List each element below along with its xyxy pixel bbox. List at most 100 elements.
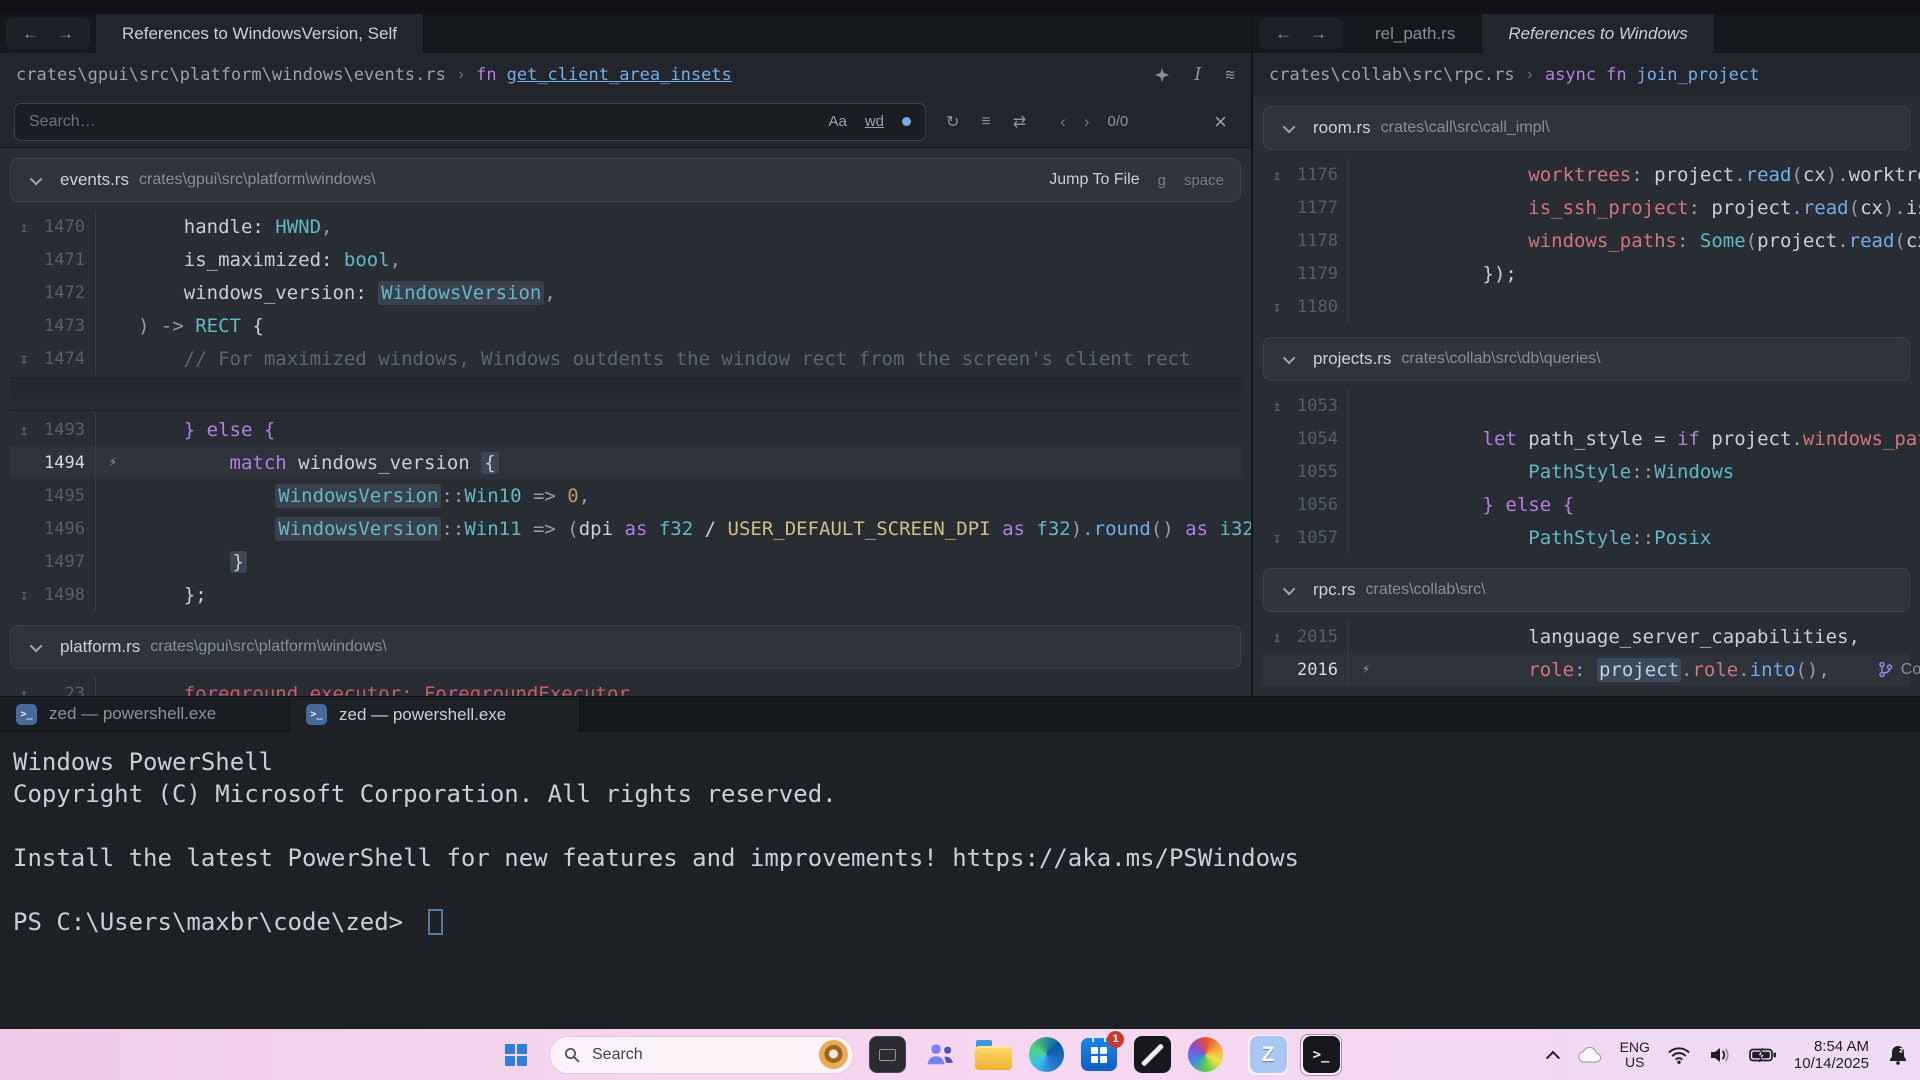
tab-rel-path[interactable]: rel_path.rs: [1349, 14, 1482, 53]
code-line[interactable]: ↥1176 worktrees: project.read(cx).worktr…: [1263, 158, 1910, 191]
code-line[interactable]: ↥1053: [1263, 389, 1910, 422]
terminal-tab[interactable]: >_zed — powershell.exe: [0, 697, 290, 732]
code-line[interactable]: ↥23 foreground_executor: ForegroundExecu…: [10, 677, 1241, 696]
file-section-header[interactable]: events.rscrates\gpui\src\platform\window…: [10, 158, 1241, 202]
jump-to-file-button[interactable]: Jump To Filegspace: [1049, 171, 1224, 189]
file-section-header[interactable]: platform.rscrates\gpui\src\platform\wind…: [10, 625, 1241, 669]
line-number[interactable]: 1176: [1291, 158, 1349, 191]
line-number[interactable]: 1177: [1291, 191, 1349, 224]
clock[interactable]: 8:54 AM 10/14/2025: [1794, 1038, 1869, 1072]
line-number[interactable]: 1180: [1291, 290, 1349, 323]
code-line[interactable]: ↧1498 };: [10, 578, 1241, 611]
code-line[interactable]: 2016⚡ role: project.role.into(),Conra: [1263, 653, 1910, 686]
search-highlight-icon[interactable]: [819, 1040, 848, 1069]
cycle-mode-icon[interactable]: ↻: [946, 112, 959, 132]
expand-excerpt-icon[interactable]: ↥: [10, 218, 38, 236]
line-number[interactable]: 1473: [38, 309, 96, 342]
chevron-down-icon[interactable]: [1283, 120, 1296, 133]
close-search-icon[interactable]: ×: [1214, 109, 1227, 135]
language-indicator[interactable]: ENG US: [1620, 1040, 1650, 1070]
terminal-output[interactable]: Windows PowerShellCopyright (C) Microsof…: [0, 732, 1920, 938]
line-number[interactable]: 1178: [1291, 224, 1349, 257]
code-actions-bolt-icon[interactable]: ⚡: [1349, 662, 1383, 677]
chevron-down-icon[interactable]: [30, 639, 43, 652]
onedrive-cloud-icon[interactable]: [1575, 1045, 1603, 1065]
code-line[interactable]: 1496 WindowsVersion::Win11 => (dpi as f3…: [10, 512, 1241, 545]
code-line[interactable]: 1495 WindowsVersion::Win10 => 0,: [10, 479, 1241, 512]
line-number[interactable]: 23: [38, 677, 96, 696]
expand-excerpt-icon[interactable]: ↥: [1263, 628, 1291, 646]
prev-match-icon[interactable]: ‹: [1060, 112, 1066, 132]
forward-icon[interactable]: →: [1310, 24, 1327, 44]
line-number[interactable]: 1497: [38, 545, 96, 578]
chevron-down-icon[interactable]: [1283, 582, 1296, 595]
case-sensitive-toggle[interactable]: Aa: [828, 113, 846, 130]
line-number[interactable]: 1053: [1291, 389, 1349, 422]
search-input[interactable]: Search… Aa wd: [14, 103, 926, 141]
taskbar-app-zed[interactable]: Z: [1248, 1035, 1288, 1075]
tab-references-windows[interactable]: References to Windows: [1482, 14, 1714, 53]
taskbar-app-explorer[interactable]: [973, 1035, 1013, 1075]
chevron-down-icon[interactable]: [30, 172, 43, 185]
volume-icon[interactable]: [1708, 1045, 1732, 1065]
chevron-down-icon[interactable]: [1283, 351, 1296, 364]
line-number[interactable]: 1493: [38, 413, 96, 446]
breadcrumb-symbol[interactable]: join_project: [1637, 65, 1760, 85]
code-line[interactable]: ↥2015 language_server_capabilities,: [1263, 620, 1910, 653]
forward-icon[interactable]: →: [57, 24, 74, 44]
code-line[interactable]: 1472 windows_version: WindowsVersion,: [10, 276, 1241, 309]
back-icon[interactable]: ←: [22, 24, 39, 44]
start-button[interactable]: [496, 1035, 536, 1075]
code-line[interactable]: 1497 }: [10, 545, 1241, 578]
replace-toggle-icon[interactable]: ⇄: [1013, 112, 1026, 132]
terminal-prompt[interactable]: PS C:\Users\maxbr\code\zed>: [13, 906, 1920, 938]
line-number[interactable]: 1057: [1291, 521, 1349, 554]
expand-excerpt-icon[interactable]: ↥: [10, 421, 38, 439]
taskbar-search[interactable]: Search: [549, 1036, 854, 1074]
expand-excerpt-icon[interactable]: ↧: [10, 586, 38, 604]
line-number[interactable]: 1056: [1291, 488, 1349, 521]
code-line[interactable]: 1471 is_maximized: bool,: [10, 243, 1241, 276]
expand-excerpt-icon[interactable]: ↥: [1263, 397, 1291, 415]
file-section-header[interactable]: projects.rscrates\collab\src\db\queries\: [1263, 337, 1910, 381]
code-line[interactable]: ↥1470 handle: HWND,: [10, 210, 1241, 243]
code-line[interactable]: ↧1474 // For maximized windows, Windows …: [10, 342, 1241, 375]
code-line[interactable]: 1494⚡ match windows_version {: [10, 446, 1241, 479]
expand-excerpt-icon[interactable]: ↧: [1263, 529, 1291, 547]
taskbar-app-edge[interactable]: [1026, 1035, 1066, 1075]
line-number[interactable]: 1470: [38, 210, 96, 243]
code-actions-bolt-icon[interactable]: ⚡: [96, 455, 130, 470]
right-breadcrumb[interactable]: crates\collab\src\rpc.rs › async fn join…: [1253, 53, 1920, 96]
tab-references-windowsversion[interactable]: References to WindowsVersion, Self: [96, 14, 424, 53]
line-number[interactable]: 1498: [38, 578, 96, 611]
code-line[interactable]: 1054 let path_style = if project.windows…: [1263, 422, 1910, 455]
tray-overflow-icon[interactable]: [1546, 1050, 1560, 1064]
expand-excerpt-icon[interactable]: ↥: [1263, 166, 1291, 184]
line-number[interactable]: 1054: [1291, 422, 1349, 455]
line-number[interactable]: 1474: [38, 342, 96, 375]
line-number[interactable]: 1472: [38, 276, 96, 309]
text-cursor-icon[interactable]: I: [1194, 64, 1201, 85]
expand-excerpt-icon[interactable]: ↧: [1263, 298, 1291, 316]
next-match-icon[interactable]: ›: [1084, 112, 1090, 132]
line-number[interactable]: 1179: [1291, 257, 1349, 290]
taskbar-app-terminal[interactable]: >_: [1301, 1035, 1341, 1075]
expand-excerpt-icon[interactable]: ↥: [10, 685, 38, 697]
expand-excerpt-icon[interactable]: ↧: [10, 350, 38, 368]
code-line[interactable]: 1178 windows_paths: Some(project.read(cx…: [1263, 224, 1910, 257]
code-line[interactable]: ↥1493 } else {: [10, 413, 1241, 446]
code-line[interactable]: 1056 } else {: [1263, 488, 1910, 521]
line-number[interactable]: 1494: [38, 446, 96, 479]
taskbar-app-teams[interactable]: [920, 1035, 960, 1075]
line-number[interactable]: 2016: [1291, 653, 1349, 686]
left-breadcrumb[interactable]: crates\gpui\src\platform\windows\events.…: [0, 53, 1251, 96]
back-icon[interactable]: ←: [1275, 24, 1292, 44]
sparkle-icon[interactable]: [1154, 67, 1170, 83]
wifi-icon[interactable]: [1667, 1045, 1691, 1065]
line-number[interactable]: 2015: [1291, 620, 1349, 653]
file-section-header[interactable]: room.rscrates\call\src\call_impl\: [1263, 106, 1910, 150]
line-number[interactable]: 1471: [38, 243, 96, 276]
battery-charging-icon[interactable]: [1749, 1046, 1777, 1064]
code-line[interactable]: ↧1057 PathStyle::Posix: [1263, 521, 1910, 554]
regex-toggle-icon[interactable]: [902, 117, 911, 126]
